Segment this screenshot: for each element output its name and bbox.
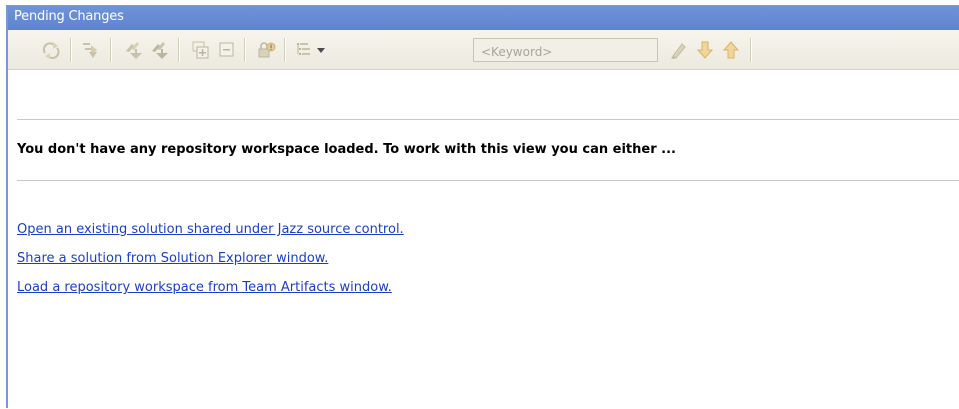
open-solution-link[interactable]: Open an existing solution shared under J… bbox=[17, 222, 404, 237]
refresh-icon[interactable] bbox=[40, 39, 62, 61]
keyword-filter-input[interactable] bbox=[473, 38, 658, 62]
load-workspace-link[interactable]: Load a repository workspace from Team Ar… bbox=[17, 280, 392, 295]
top-divider bbox=[17, 119, 959, 120]
toolbar-separator bbox=[70, 38, 72, 62]
pending-changes-view: Pending Changes <Keyword> You don't have… bbox=[6, 5, 959, 408]
view-title-bar[interactable]: Pending Changes bbox=[8, 6, 959, 30]
check-in-icon[interactable] bbox=[122, 39, 144, 61]
expand-all-icon[interactable] bbox=[190, 39, 212, 61]
collapse-icon[interactable] bbox=[80, 39, 102, 61]
previous-up-icon[interactable] bbox=[720, 39, 742, 61]
next-down-icon[interactable] bbox=[694, 39, 716, 61]
dropdown-arrow-icon[interactable] bbox=[314, 39, 328, 61]
view-content: You don't have any repository workspace … bbox=[8, 71, 959, 409]
toolbar-separator bbox=[110, 38, 112, 62]
no-workspace-message: You don't have any repository workspace … bbox=[17, 142, 676, 157]
lock-icon[interactable] bbox=[256, 39, 278, 61]
view-options-icon[interactable] bbox=[294, 39, 316, 61]
deliver-icon[interactable] bbox=[148, 39, 170, 61]
collapse-all-icon[interactable] bbox=[216, 39, 238, 61]
share-solution-link[interactable]: Share a solution from Solution Explorer … bbox=[17, 251, 328, 266]
bottom-divider bbox=[17, 180, 959, 181]
toolbar-separator bbox=[750, 38, 752, 62]
highlight-icon[interactable] bbox=[668, 39, 690, 61]
toolbar-separator bbox=[284, 38, 286, 62]
toolbar-separator bbox=[244, 38, 246, 62]
toolbar bbox=[8, 30, 959, 70]
view-title: Pending Changes bbox=[14, 9, 124, 24]
toolbar-separator bbox=[178, 38, 180, 62]
